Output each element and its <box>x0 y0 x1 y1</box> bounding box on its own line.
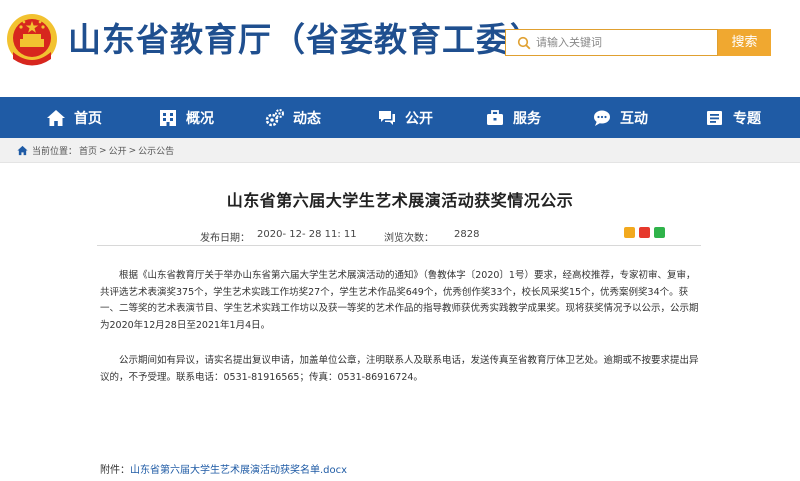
publish-label: 发布日期： <box>200 233 250 244</box>
national-emblem-icon <box>7 14 57 66</box>
search-box[interactable] <box>505 29 718 56</box>
attachment-label: 附件： <box>100 465 130 476</box>
building-icon <box>160 109 176 126</box>
site-header: 山东省教育厅（省委教育工委） 搜索 <box>0 0 800 97</box>
breadcrumb-public-link[interactable]: 公开 <box>109 144 127 157</box>
nav-label: 首页 <box>74 110 102 127</box>
breadcrumb-prefix: 当前位置： <box>32 147 78 157</box>
search-input[interactable] <box>536 33 712 52</box>
site-title: 山东省教育厅（省委教育工委） <box>68 20 544 59</box>
share-wechat-icon[interactable] <box>654 227 665 238</box>
nav-item-overview[interactable]: 概况 <box>158 97 214 138</box>
breadcrumb: 当前位置： 首页 > 公开 > 公示公告 <box>17 144 176 157</box>
share-qzone-icon[interactable] <box>624 227 635 238</box>
gears-icon <box>265 108 284 126</box>
article-container: 山东省第六届大学生艺术展演活动获奖情况公示 发布日期： 2020- 12- 28… <box>0 163 800 481</box>
nav-item-public[interactable]: 公开 <box>377 97 433 138</box>
briefcase-icon <box>487 109 503 125</box>
folder-icon <box>707 110 722 125</box>
nav-item-topics[interactable]: 专题 <box>705 97 761 138</box>
nav-label: 公开 <box>405 110 433 127</box>
publish-date: 2020- 12- 28 11: 11 <box>257 229 357 240</box>
main-nav: 首页 概况 动态 公开 服务 互动 专题 <box>0 97 800 138</box>
article-meta: 发布日期： 2020- 12- 28 11: 11 浏览次数： 2828 <box>97 218 701 246</box>
nav-label: 概况 <box>186 110 214 127</box>
chat-icon <box>379 110 395 125</box>
attachment-link[interactable]: 山东省第六届大学生艺术展演活动获奖名单.docx <box>130 465 347 476</box>
article-paragraph: 公示期间如有异议，请实名提出复议申请，加盖单位公章，注明联系人及联系电话，发送传… <box>100 355 699 383</box>
nav-label: 互动 <box>620 110 648 127</box>
home-icon <box>47 109 65 126</box>
article-title: 山东省第六届大学生艺术展演活动获奖情况公示 <box>226 191 574 210</box>
breadcrumb-notice-link[interactable]: 公示公告 <box>138 144 174 157</box>
nav-label: 服务 <box>513 110 541 127</box>
breadcrumb-bar: 当前位置： 首页 > 公开 > 公示公告 <box>0 138 800 163</box>
breadcrumb-separator: > <box>128 145 137 156</box>
search-icon <box>517 36 531 50</box>
article-paragraph: 根据《山东省教育厅关于举办山东省第六届大学生艺术展演活动的通知》（鲁教体字〔20… <box>100 270 699 331</box>
nav-item-news[interactable]: 动态 <box>265 97 321 138</box>
nav-label: 专题 <box>733 110 761 127</box>
search-button[interactable]: 搜索 <box>718 29 771 56</box>
views-label: 浏览次数： <box>384 233 434 244</box>
nav-item-service[interactable]: 服务 <box>485 97 541 138</box>
comment-icon <box>594 110 610 126</box>
nav-label: 动态 <box>293 110 321 127</box>
nav-item-interact[interactable]: 互动 <box>592 97 648 138</box>
views-count: 2828 <box>454 229 480 240</box>
breadcrumb-separator: > <box>99 145 107 156</box>
breadcrumb-home-link[interactable]: 首页 <box>79 144 97 157</box>
attachment-row: 附件：山东省第六届大学生艺术展演活动获奖名单.docx <box>100 461 347 476</box>
home-icon <box>17 145 28 156</box>
share-weibo-icon[interactable] <box>639 227 650 238</box>
nav-item-home[interactable]: 首页 <box>46 97 102 138</box>
